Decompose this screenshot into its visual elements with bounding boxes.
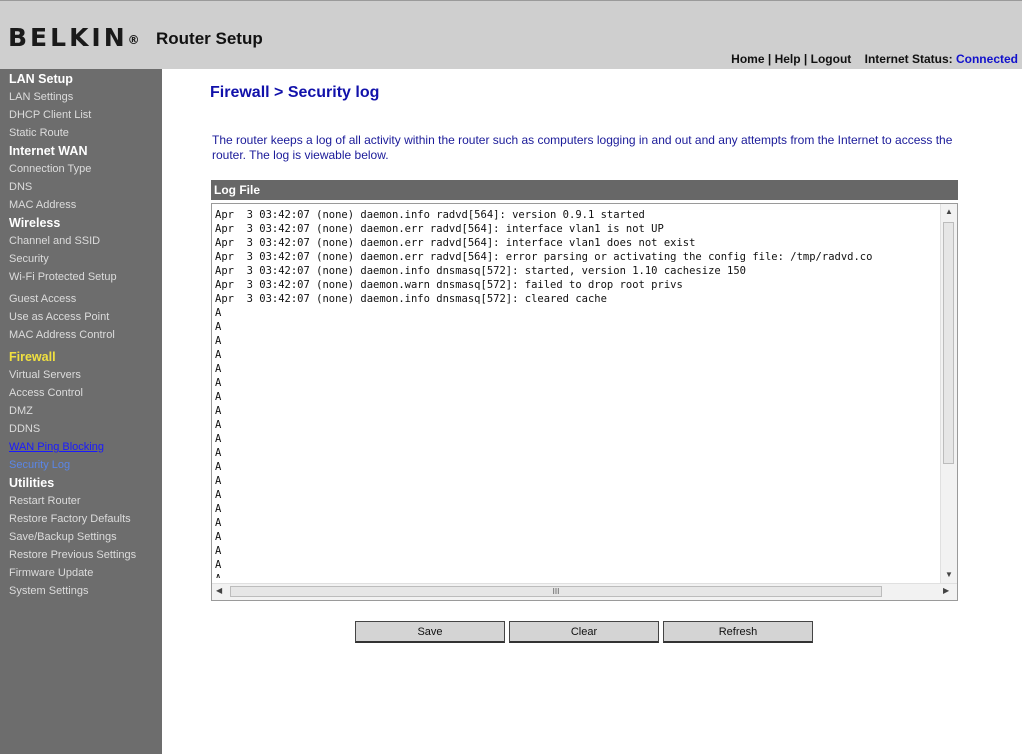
log-line: A (215, 503, 222, 515)
log-line: A (215, 545, 222, 557)
clear-button[interactable]: Clear (509, 621, 659, 643)
scroll-down-icon[interactable]: ▼ (941, 570, 957, 579)
log-line: A (215, 377, 222, 389)
belkin-logo[interactable]: BELKIN® (8, 23, 140, 52)
sidebar-item-system-settings[interactable]: System Settings (0, 582, 162, 600)
refresh-button[interactable]: Refresh (663, 621, 813, 643)
sidebar-item-lan-settings[interactable]: LAN Settings (0, 88, 162, 106)
log-line: Apr 3 03:42:07 (none) daemon.err radvd[5… (215, 237, 696, 249)
log-line: A (215, 475, 222, 487)
sidebar-item-channel-ssid[interactable]: Channel and SSID (0, 232, 162, 250)
log-line: A (215, 461, 222, 473)
log-line: A (215, 321, 222, 333)
log-line: A (215, 559, 222, 571)
log-line: A (215, 489, 222, 501)
nav-separator: | (767, 52, 772, 66)
page-description: The router keeps a log of all activity w… (212, 133, 953, 162)
sidebar-item-guest-access[interactable]: Guest Access (0, 290, 162, 308)
log-line: A (215, 349, 222, 361)
log-line: A (215, 433, 222, 445)
log-line: Apr 3 03:42:07 (none) daemon.err radvd[5… (215, 223, 664, 235)
sidebar-item-mac-address[interactable]: MAC Address (0, 196, 162, 214)
top-nav: Home | Help | Logout Internet Status: Co… (731, 52, 1018, 66)
log-line: A (215, 391, 222, 403)
sidebar-item-restart-router[interactable]: Restart Router (0, 492, 162, 510)
sidebar-item-dns[interactable]: DNS (0, 178, 162, 196)
scroll-up-icon[interactable]: ▲ (941, 207, 957, 216)
nav-separator: | (803, 52, 808, 66)
sidebar-item-wps[interactable]: Wi-Fi Protected Setup (0, 268, 162, 286)
sidebar-section-internet-wan[interactable]: Internet WAN (0, 142, 162, 160)
vertical-scrollbar[interactable]: ▲ ▼ (940, 204, 957, 584)
horizontal-scrollbar[interactable]: ◀ III ▶ (212, 583, 957, 600)
vertical-scroll-thumb[interactable] (943, 222, 954, 464)
log-file-header: Log File (211, 180, 958, 200)
log-line: A (215, 419, 222, 431)
sidebar-item-connection-type[interactable]: Connection Type (0, 160, 162, 178)
log-line: A (215, 405, 222, 417)
log-line: Apr 3 03:42:07 (none) daemon.info dnsmas… (215, 293, 607, 305)
sidebar-item-dmz[interactable]: DMZ (0, 402, 162, 420)
main-content: Firewall > Security log The router keeps… (162, 69, 1022, 754)
log-line: Apr 3 03:42:07 (none) daemon.info radvd[… (215, 209, 645, 221)
page-title: Firewall > Security log (210, 84, 380, 101)
save-button[interactable]: Save (355, 621, 505, 643)
scroll-left-icon[interactable]: ◀ (216, 586, 222, 595)
sidebar-section-wireless[interactable]: Wireless (0, 214, 162, 232)
sidebar-item-access-control[interactable]: Access Control (0, 384, 162, 402)
header: BELKIN® Router Setup Home | Help | Logou… (0, 0, 1022, 69)
log-line: A (215, 572, 938, 578)
sidebar-section-utilities[interactable]: Utilities (0, 474, 162, 492)
home-link[interactable]: Home (731, 52, 764, 66)
sidebar-item-virtual-servers[interactable]: Virtual Servers (0, 366, 162, 384)
sidebar-item-restore-factory-defaults[interactable]: Restore Factory Defaults (0, 510, 162, 528)
sidebar-item-security-log[interactable]: Security Log (0, 456, 162, 474)
sidebar-item-save-backup-settings[interactable]: Save/Backup Settings (0, 528, 162, 546)
log-textarea[interactable]: Apr 3 03:42:07 (none) daemon.info radvd[… (211, 203, 958, 601)
log-content: Apr 3 03:42:07 (none) daemon.info radvd[… (215, 208, 938, 578)
logo-text: BELKIN (8, 23, 128, 52)
internet-status-label: Internet Status: (864, 52, 953, 66)
log-line: A (215, 335, 222, 347)
scroll-right-icon[interactable]: ▶ (943, 586, 949, 595)
sidebar-section-firewall[interactable]: Firewall (0, 348, 162, 366)
log-line: Apr 3 03:42:07 (none) daemon.info dnsmas… (215, 265, 747, 277)
sidebar-item-static-route[interactable]: Static Route (0, 124, 162, 142)
sidebar: LAN Setup LAN Settings DHCP Client List … (0, 69, 162, 754)
internet-status-value[interactable]: Connected (956, 52, 1018, 66)
sidebar-item-restore-previous-settings[interactable]: Restore Previous Settings (0, 546, 162, 564)
log-line: A (215, 531, 222, 543)
log-line: Apr 3 03:42:07 (none) daemon.err radvd[5… (215, 251, 873, 263)
log-line: A (215, 307, 222, 319)
sidebar-item-ddns[interactable]: DDNS (0, 420, 162, 438)
horizontal-scroll-thumb[interactable]: III (230, 586, 882, 597)
log-line: A (215, 363, 222, 375)
log-line: A (215, 517, 222, 529)
help-link[interactable]: Help (775, 52, 801, 66)
app-title: Router Setup (156, 29, 263, 48)
sidebar-item-dhcp-client-list[interactable]: DHCP Client List (0, 106, 162, 124)
sidebar-item-mac-address-control[interactable]: MAC Address Control (0, 326, 162, 344)
sidebar-item-firmware-update[interactable]: Firmware Update (0, 564, 162, 582)
log-line: A (215, 447, 222, 459)
sidebar-item-wireless-security[interactable]: Security (0, 250, 162, 268)
sidebar-item-wan-ping-blocking[interactable]: WAN Ping Blocking (0, 438, 162, 456)
sidebar-item-access-point[interactable]: Use as Access Point (0, 308, 162, 326)
log-line: Apr 3 03:42:07 (none) daemon.warn dnsmas… (215, 279, 683, 291)
sidebar-section-lan[interactable]: LAN Setup (0, 70, 162, 88)
logout-link[interactable]: Logout (811, 52, 852, 66)
registered-mark: ® (127, 33, 140, 47)
